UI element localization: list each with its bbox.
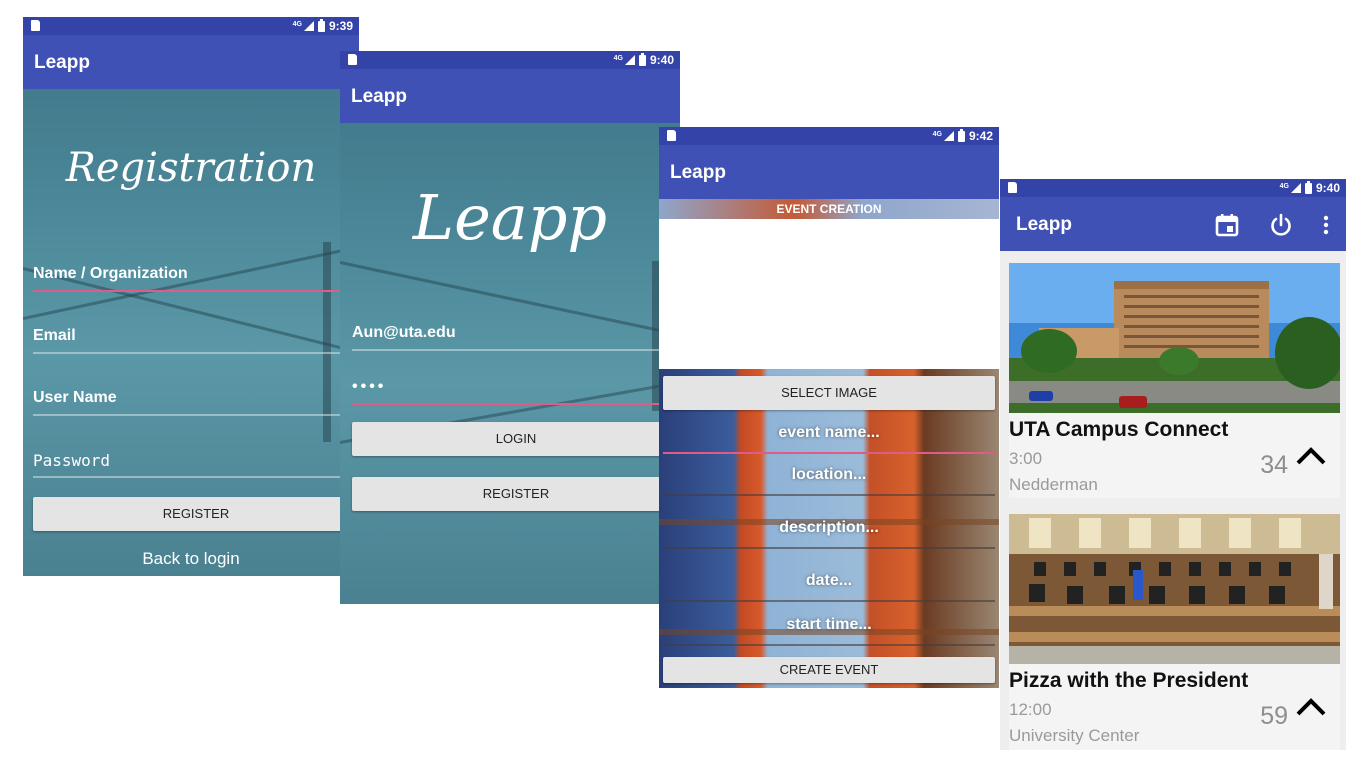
register-button[interactable]: REGISTER — [352, 477, 680, 511]
date-input[interactable]: date... — [663, 562, 995, 602]
status-time: 9:39 — [328, 19, 353, 33]
status-bar: 4G 9:40 — [340, 51, 680, 69]
registration-screen: 4G 9:39 Leapp Registration Name / Organi… — [23, 17, 359, 576]
password-input[interactable]: •••• — [352, 371, 680, 405]
register-button[interactable]: REGISTER — [33, 497, 359, 531]
event-time: 3:00 — [1009, 449, 1043, 468]
start-time-input[interactable]: start time... — [663, 606, 995, 646]
create-event-screen: 4G 9:42 Leapp EVENT CREATION SELECT IMAG… — [659, 127, 999, 688]
location-input[interactable]: location... — [663, 456, 995, 496]
signal-icon — [303, 21, 314, 31]
network-type: 4G — [932, 130, 942, 138]
battery-icon — [957, 128, 965, 142]
network-type: 4G — [1279, 182, 1289, 190]
power-icon[interactable] — [1268, 212, 1294, 238]
chevron-up-icon[interactable] — [1294, 692, 1328, 720]
app-title: Leapp — [1016, 214, 1072, 235]
name-organization-input[interactable]: Name / Organization — [33, 258, 359, 292]
email-input[interactable]: Email — [33, 320, 359, 354]
battery-icon — [1304, 180, 1312, 194]
event-attendee-count: 34 — [1260, 451, 1288, 479]
event-photo — [1009, 514, 1340, 664]
sim-card-icon — [348, 54, 357, 65]
status-time: 9:40 — [1315, 181, 1340, 195]
chevron-up-icon[interactable] — [1294, 441, 1328, 469]
login-logo: Leapp — [412, 181, 608, 254]
network-type: 4G — [613, 54, 623, 62]
email-input[interactable]: Aun@uta.edu — [352, 317, 680, 351]
status-bar: 4G 9:40 — [1000, 179, 1346, 197]
app-title: Leapp — [34, 52, 90, 73]
network-type: 4G — [292, 20, 302, 28]
sim-card-icon — [31, 20, 40, 31]
registration-heading: Registration — [65, 145, 317, 191]
event-photo — [1009, 263, 1340, 413]
sim-card-icon — [667, 130, 676, 141]
event-time: 12:00 — [1009, 700, 1052, 719]
login-screen: 4G 9:40 Leapp Leapp Aun@uta.edu •••• LOG… — [340, 51, 680, 604]
image-preview-area — [659, 219, 999, 369]
event-feed-screen: 4G 9:40 Leapp UTA Campus Connect 3:00 Ne… — [1000, 179, 1346, 750]
signal-icon — [943, 131, 954, 141]
app-bar: Leapp — [1000, 197, 1346, 251]
description-input[interactable]: description... — [663, 509, 995, 549]
app-title: Leapp — [670, 162, 726, 183]
app-bar: Leapp — [23, 35, 359, 89]
event-card[interactable]: UTA Campus Connect 3:00 Nedderman 34 — [1009, 263, 1340, 498]
status-time: 9:42 — [968, 129, 993, 143]
status-bar: 4G 9:39 — [23, 17, 359, 35]
signal-icon — [624, 55, 635, 65]
event-list: UTA Campus Connect 3:00 Nedderman 34 Piz… — [1000, 251, 1346, 750]
event-name-input[interactable]: event name... — [663, 414, 995, 454]
event-location: University Center — [1009, 726, 1140, 745]
event-name: UTA Campus Connect — [1009, 418, 1229, 441]
app-title: Leapp — [351, 86, 407, 107]
event-name: Pizza with the President — [1009, 669, 1249, 692]
calendar-icon[interactable] — [1214, 212, 1240, 238]
select-image-button[interactable]: SELECT IMAGE — [663, 376, 995, 410]
battery-icon — [317, 18, 325, 32]
status-time: 9:40 — [649, 53, 674, 67]
sim-card-icon — [1008, 182, 1017, 193]
overflow-menu-icon[interactable] — [1320, 212, 1332, 238]
create-event-button[interactable]: CREATE EVENT — [663, 657, 995, 683]
event-attendee-count: 59 — [1260, 702, 1288, 730]
username-input[interactable]: User Name — [33, 382, 359, 416]
signal-icon — [1290, 183, 1301, 193]
event-creation-label: EVENT CREATION — [659, 199, 999, 219]
login-button[interactable]: LOGIN — [352, 422, 680, 456]
event-location: Nedderman — [1009, 475, 1098, 494]
app-bar: Leapp — [659, 145, 999, 199]
status-bar: 4G 9:42 — [659, 127, 999, 145]
app-bar: Leapp — [340, 69, 680, 123]
back-to-login-link[interactable]: Back to login — [23, 549, 359, 569]
password-input[interactable]: Password — [33, 444, 359, 478]
event-card[interactable]: Pizza with the President 12:00 Universit… — [1009, 514, 1340, 750]
battery-icon — [638, 52, 646, 66]
